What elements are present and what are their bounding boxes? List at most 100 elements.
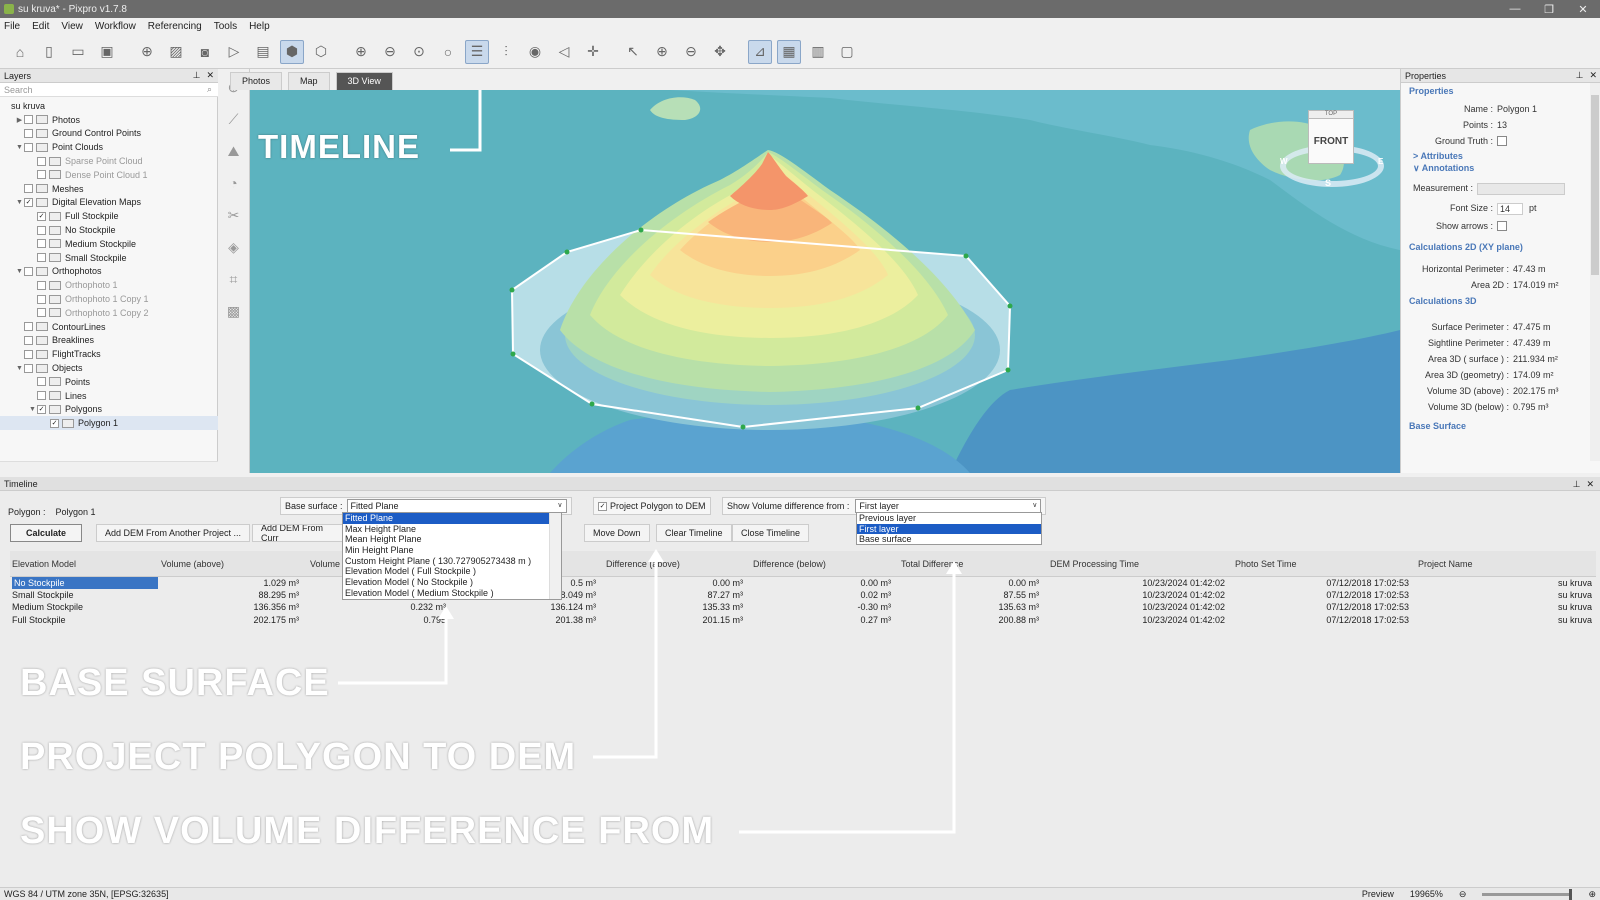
layer-checkbox[interactable]: ✓	[37, 211, 46, 221]
layer-item[interactable]: Breaklines	[0, 334, 218, 348]
menu-help[interactable]: Help	[249, 21, 270, 32]
col-volume[interactable]: Volume	[310, 559, 340, 569]
layer-checkbox[interactable]	[24, 128, 33, 138]
move-down-button[interactable]: Move Down	[584, 524, 650, 542]
layer-item[interactable]: Ground Control Points	[0, 127, 218, 141]
scissors-icon[interactable]: ✂	[223, 207, 245, 229]
show-volume-select[interactable]: First layer ∨	[855, 499, 1042, 513]
table-row[interactable]: Full Stockpile 202.175 m³ 0.795 201.38 m³ 20…	[10, 614, 1596, 626]
eye-icon[interactable]: ◉	[523, 40, 547, 64]
zoom-out-icon[interactable]: ⊖	[378, 40, 402, 64]
close-icon[interactable]: ✕	[1589, 70, 1597, 81]
show-volume-option[interactable]: First layer	[857, 523, 1041, 535]
layers-search-input[interactable]: Search ⌕	[0, 83, 218, 97]
project-polygon-field[interactable]: ✓ Project Polygon to DEM	[593, 497, 711, 515]
expand-toggle-icon[interactable]: ▼	[15, 268, 24, 275]
expand-toggle-icon[interactable]: ▼	[15, 365, 24, 372]
3d-viewport[interactable]: TOP FRONT S W E TIMELINE	[250, 90, 1400, 473]
restore-button[interactable]: ❐	[1532, 3, 1566, 16]
measure-icon[interactable]: ⊿	[748, 39, 772, 64]
expand-toggle-icon[interactable]: ▼	[28, 406, 37, 413]
search-icon[interactable]: ⌕	[207, 84, 212, 95]
dropdown-scrollbar[interactable]	[549, 513, 561, 599]
mountain-icon[interactable]: ⛰	[223, 143, 245, 165]
ruler-icon[interactable]: ✛	[581, 40, 605, 64]
attributes-toggle[interactable]: > Attributes	[1413, 151, 1463, 161]
layer-item[interactable]: Medium Stockpile	[0, 237, 218, 251]
show-volume-option[interactable]: Base surface	[857, 534, 1041, 545]
new-file-icon[interactable]: ▯	[37, 40, 61, 64]
layer-checkbox[interactable]	[37, 308, 46, 318]
add-dem-current-button[interactable]: Add DEM From Curr	[252, 524, 344, 542]
annotations-toggle[interactable]: ∨ Annotations	[1413, 163, 1474, 174]
col-volume-above[interactable]: Volume (above)	[161, 559, 224, 569]
add-photos-icon[interactable]: ⊕	[135, 40, 159, 64]
expand-toggle-icon[interactable]: ▼	[15, 199, 24, 206]
menu-referencing[interactable]: Referencing	[148, 21, 202, 32]
clear-timeline-button[interactable]: Clear Timeline	[656, 524, 732, 542]
layer-item[interactable]: Dense Point Cloud 1	[0, 168, 218, 182]
menu-edit[interactable]: Edit	[32, 21, 49, 32]
font-size-input[interactable]: 14	[1497, 203, 1523, 215]
layer-checkbox[interactable]	[37, 377, 46, 387]
layer-item[interactable]: Lines	[0, 389, 218, 403]
pin-icon[interactable]: ⊥	[193, 70, 201, 81]
base-surface-option[interactable]: Custom Height Plane ( 130.727905273438 m…	[343, 556, 549, 567]
layer-checkbox[interactable]	[37, 391, 46, 401]
path-icon[interactable]: ⟋	[223, 111, 245, 133]
tab-photos[interactable]: Photos	[230, 72, 283, 90]
layer-checkbox[interactable]: ✓	[37, 404, 46, 414]
expand-toggle-icon[interactable]: ▼	[15, 144, 24, 151]
tab-3d-view[interactable]: 3D View	[335, 72, 393, 90]
menu-view[interactable]: View	[61, 21, 83, 32]
open-folder-icon[interactable]: ▭	[66, 40, 90, 64]
base-surface-option[interactable]: Elevation Model ( Full Stockpile )	[343, 566, 549, 577]
col-diff-below[interactable]: Difference (below)	[753, 559, 826, 569]
col-dem-time[interactable]: DEM Processing Time	[1050, 559, 1139, 569]
layer-checkbox[interactable]	[24, 363, 33, 373]
layer-item[interactable]: ▼ Point Clouds	[0, 140, 218, 154]
layer-item[interactable]: No Stockpile	[0, 223, 218, 237]
volume-tool-icon[interactable]: ◔	[223, 175, 245, 197]
ground-truth-checkbox[interactable]	[1497, 136, 1507, 146]
layer-checkbox[interactable]	[24, 349, 33, 359]
layers-scrollbar[interactable]	[0, 461, 218, 473]
base-surface-option[interactable]: Elevation Model ( No Stockpile )	[343, 577, 549, 588]
layer-item[interactable]: Orthophoto 1 Copy 2	[0, 306, 218, 320]
camera-icon[interactable]: ◙	[193, 40, 217, 64]
add-dem-other-button[interactable]: Add DEM From Another Project ...	[96, 524, 251, 542]
layer-item[interactable]: ContourLines	[0, 320, 218, 334]
col-photo-time[interactable]: Photo Set Time	[1235, 559, 1297, 569]
layer-item[interactable]: Orthophoto 1 Copy 1	[0, 292, 218, 306]
layer-item[interactable]: ▼ ✓ Polygons	[0, 403, 218, 417]
zoom-out-icon[interactable]: ⊖	[1459, 889, 1467, 900]
layer-checkbox[interactable]	[37, 294, 46, 304]
delete-volume-icon[interactable]: ▥	[806, 40, 830, 64]
layer-item[interactable]: ▶ Photos	[0, 113, 218, 127]
show-arrows-checkbox[interactable]	[1497, 221, 1507, 231]
pointer-icon[interactable]: ↖	[621, 40, 645, 64]
table-row[interactable]: Small Stockpile 88.295 m³ 8.049 m³ 87.27 m³…	[10, 589, 1596, 601]
zoom-slider[interactable]	[1482, 888, 1573, 900]
base-surface-option[interactable]: Fitted Plane	[343, 513, 549, 524]
layer-checkbox[interactable]	[37, 253, 46, 263]
layer-checkbox[interactable]	[24, 184, 33, 194]
zoom-in-icon[interactable]: ⊕	[1588, 889, 1596, 900]
layer-item[interactable]: ✓ Polygon 1	[0, 416, 218, 431]
layer-item[interactable]: su kruva	[0, 99, 218, 113]
col-diff-above[interactable]: Difference (above)	[606, 559, 680, 569]
measurement-select[interactable]	[1477, 183, 1565, 195]
layer-checkbox[interactable]	[24, 322, 33, 332]
layer-item[interactable]: Orthophoto 1	[0, 278, 218, 292]
menu-workflow[interactable]: Workflow	[95, 21, 136, 32]
layer-checkbox[interactable]	[37, 225, 46, 235]
project-polygon-checkbox[interactable]: ✓	[598, 501, 607, 511]
layer-checkbox[interactable]	[37, 280, 46, 290]
close-window-button[interactable]: ✕	[1566, 3, 1600, 16]
blank-frame-icon[interactable]: ▢	[835, 40, 859, 64]
menu-file[interactable]: File	[4, 21, 20, 32]
close-icon[interactable]: ✕	[206, 70, 214, 81]
pin-icon[interactable]: ⊥	[1573, 479, 1581, 490]
show-volume-option[interactable]: Previous layer	[857, 513, 1041, 524]
menu-tools[interactable]: Tools	[214, 21, 237, 32]
